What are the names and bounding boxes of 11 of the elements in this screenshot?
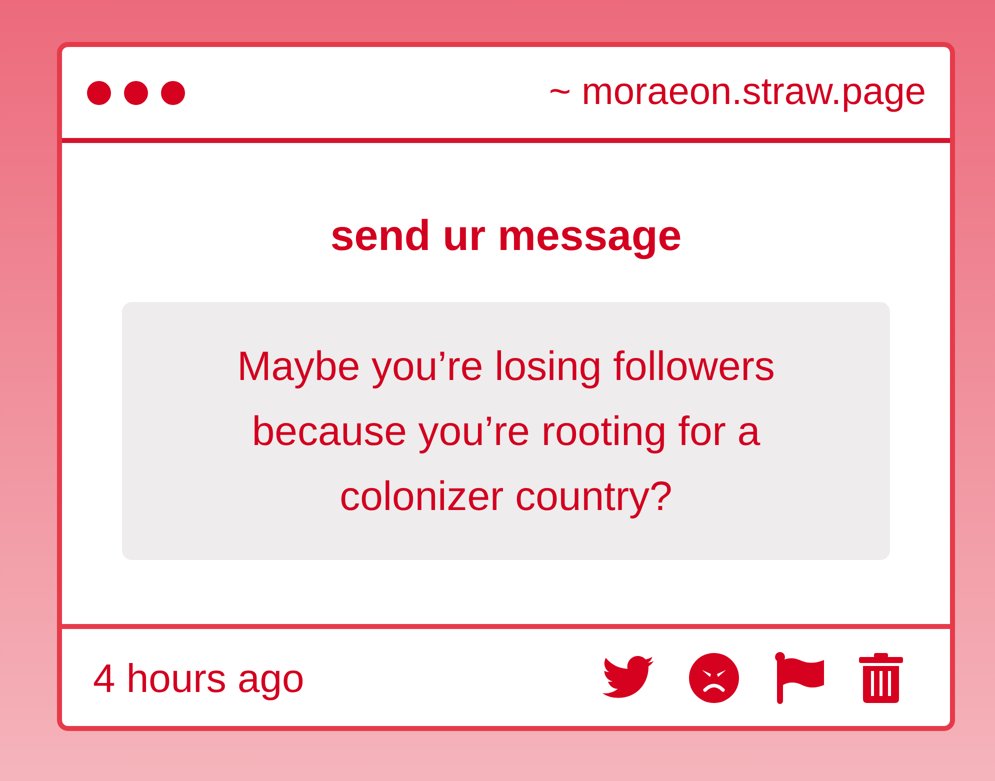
window-dot-icon: [161, 80, 185, 104]
angry-face-icon[interactable]: [689, 652, 739, 702]
flag-icon[interactable]: [774, 652, 824, 704]
form-heading: send ur message: [330, 211, 682, 261]
window-dot-icon: [124, 80, 148, 104]
message-text: Maybe you’re losing followers because you’re rooting for a colonizer country?: [236, 342, 776, 520]
timestamp: 4 hours ago: [93, 656, 304, 702]
window-dot-icon: [87, 80, 111, 104]
bird-icon[interactable]: [602, 656, 654, 699]
page-url: ~ moraeon.straw.page: [548, 71, 926, 114]
trash-icon[interactable]: [859, 652, 903, 702]
